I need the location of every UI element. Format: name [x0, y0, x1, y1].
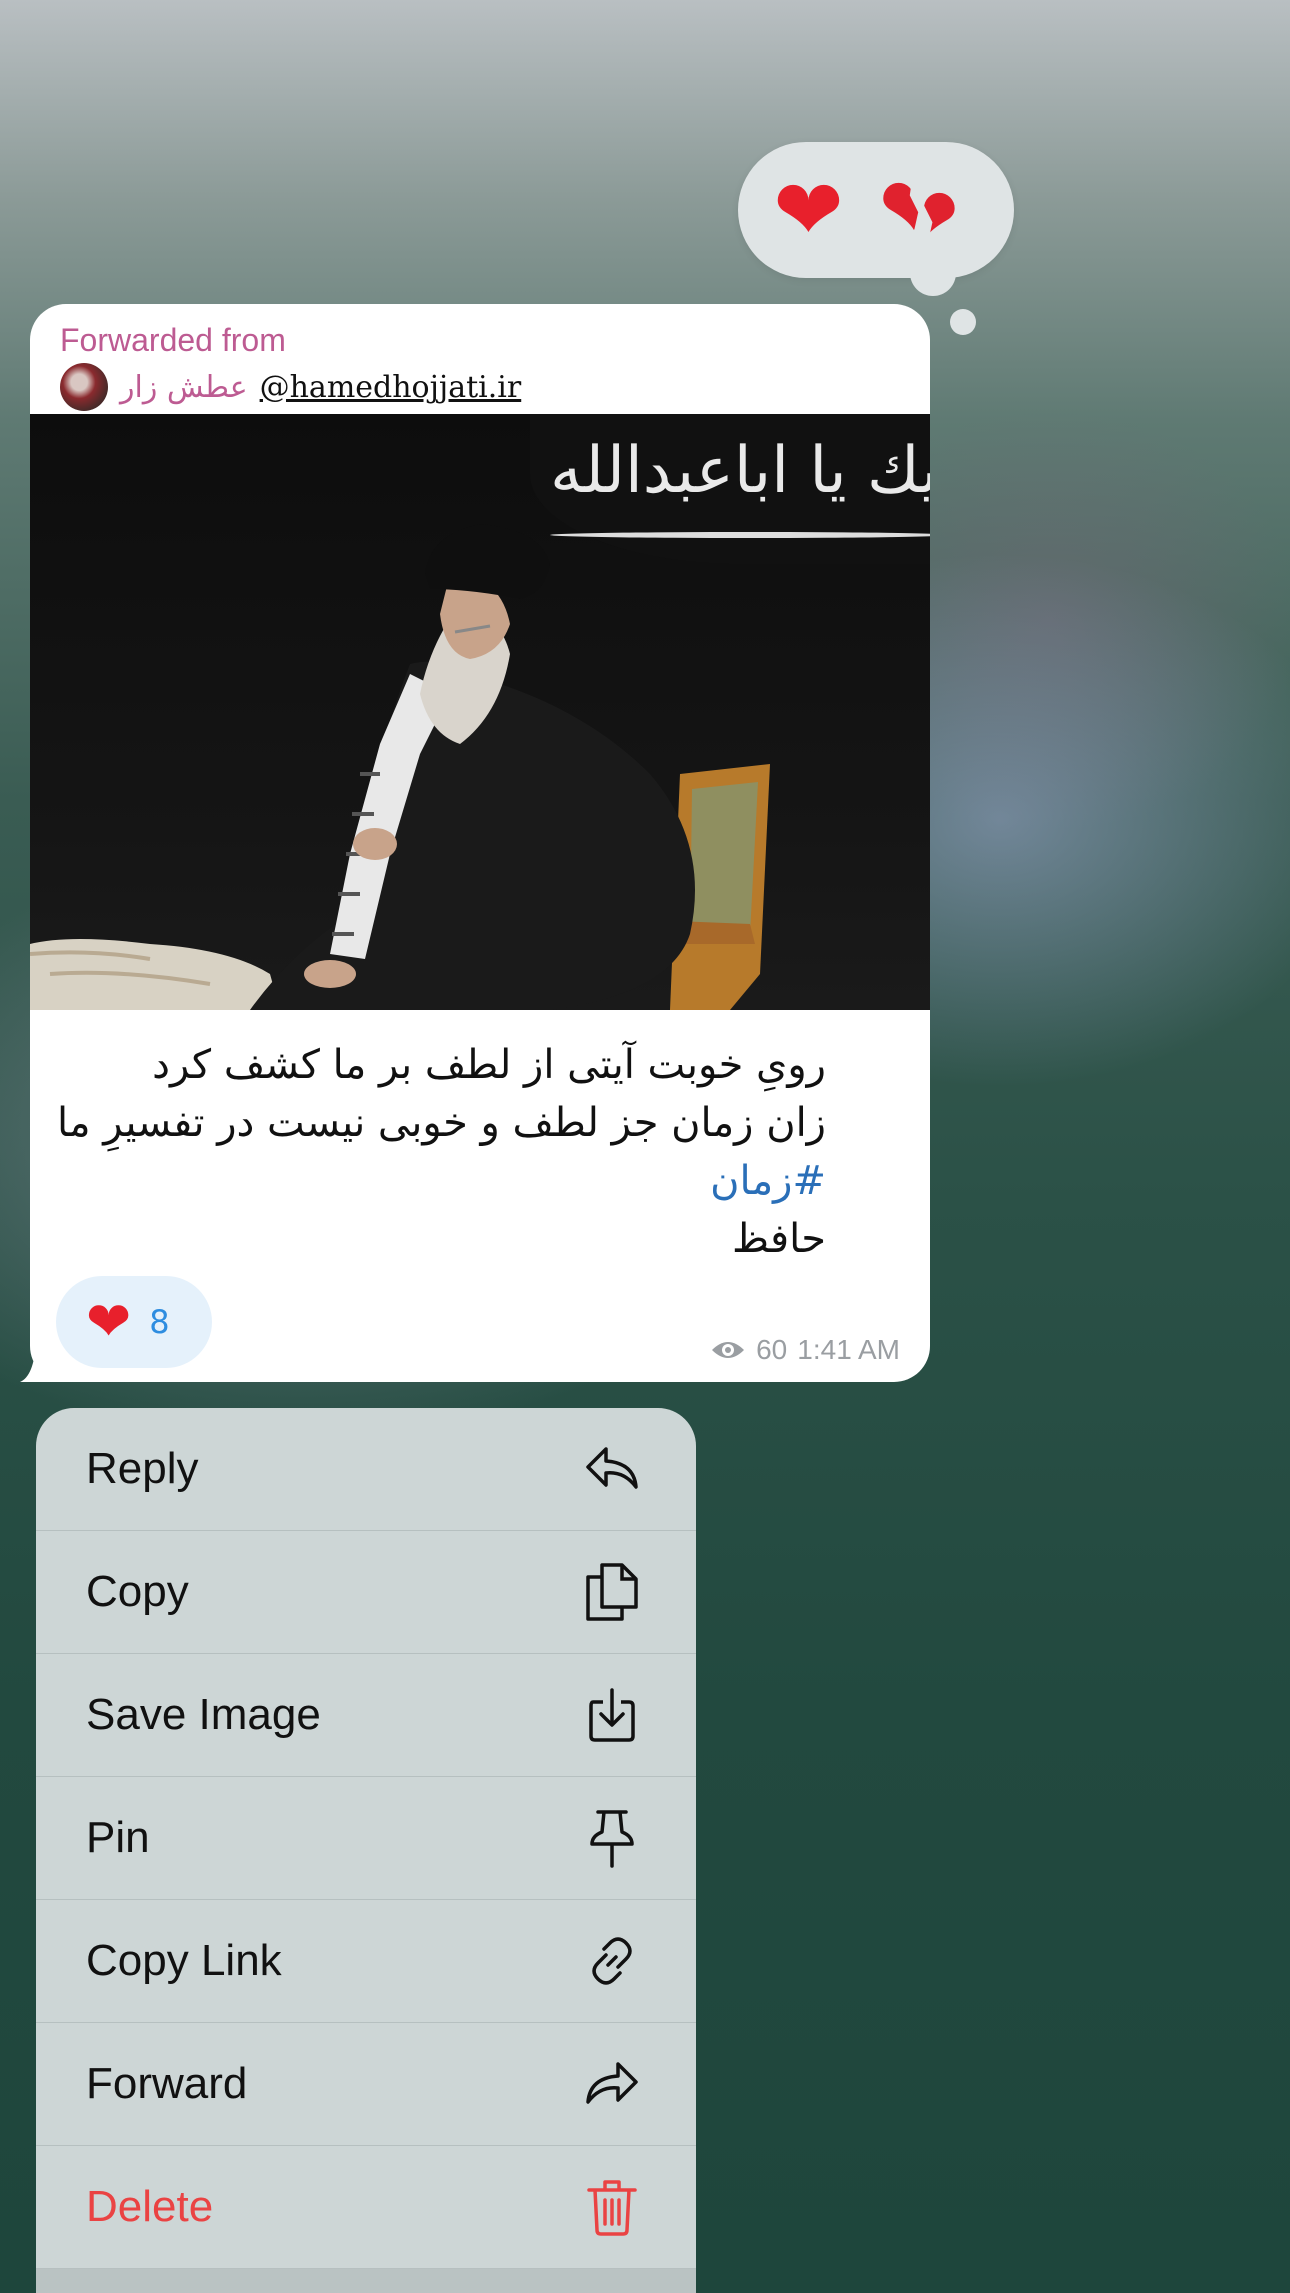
- context-menu-bottom: [36, 2269, 696, 2293]
- forward-icon: [582, 2054, 642, 2114]
- caption-author: حافظ: [731, 1216, 826, 1262]
- red-heart-icon[interactable]: ❤: [773, 168, 843, 252]
- menu-item-forward[interactable]: Forward: [36, 2023, 696, 2146]
- red-heart-icon: ❤: [86, 1290, 132, 1353]
- save-image-icon: [582, 1685, 642, 1745]
- message-caption: رویِ خوبت آیتی از لطف بر ما کشف کرد زان …: [50, 1036, 826, 1268]
- broken-heart-icon[interactable]: ❤ ❤: [879, 160, 979, 260]
- forward-source-name[interactable]: عطش زار: [120, 370, 248, 405]
- message-photo[interactable]: لى الله عليك يا اباعبدالله: [30, 414, 930, 1010]
- caption-hashtag[interactable]: #زمان: [50, 1152, 826, 1210]
- reaction-bubble-tail-dot: [950, 309, 976, 335]
- reply-icon: [582, 1439, 642, 1499]
- reaction-picker: ❤ ❤ ❤: [738, 142, 1014, 278]
- menu-item-save-image[interactable]: Save Image: [36, 1654, 696, 1777]
- menu-item-copy[interactable]: Copy: [36, 1531, 696, 1654]
- message-time: 1:41 AM: [797, 1334, 900, 1365]
- menu-item-copy-link[interactable]: Copy Link: [36, 1900, 696, 2023]
- menu-item-pin[interactable]: Pin: [36, 1777, 696, 1900]
- menu-item-reply[interactable]: Reply: [36, 1408, 696, 1531]
- menu-item-delete[interactable]: Delete: [36, 2146, 696, 2269]
- avatar[interactable]: [60, 363, 108, 411]
- menu-item-label: Copy: [86, 1567, 189, 1616]
- menu-item-label: Delete: [86, 2182, 214, 2231]
- caption-line-1: رویِ خوبت آیتی از لطف بر ما کشف کرد: [152, 1042, 826, 1088]
- caption-line-2: زان زمان جز لطف و خوبی نیست در تفسیرِ ما: [56, 1100, 826, 1146]
- view-count: 60: [756, 1334, 788, 1365]
- pin-icon: [582, 1808, 642, 1868]
- reaction-pill[interactable]: ❤ 8: [56, 1276, 212, 1368]
- copy-icon: [582, 1562, 642, 1622]
- forward-source-handle[interactable]: @hamedhojjati.ir: [260, 370, 522, 405]
- message-bubble[interactable]: Forwarded from عطش زار @hamedhojjati.ir …: [30, 304, 930, 1382]
- eye-icon: [712, 1342, 745, 1358]
- photo-figure: [30, 524, 770, 1010]
- forward-header: Forwarded from عطش زار @hamedhojjati.ir: [60, 322, 521, 411]
- reaction-count: 8: [149, 1303, 170, 1341]
- context-menu: Reply Copy Save Image Pin Copy Link Forw…: [36, 1408, 696, 2293]
- menu-item-label: Save Image: [86, 1690, 321, 1739]
- menu-item-label: Forward: [86, 2059, 248, 2108]
- menu-item-label: Copy Link: [86, 1936, 282, 1985]
- forward-source[interactable]: عطش زار @hamedhojjati.ir: [60, 363, 521, 411]
- reaction-bubble-tail: [910, 250, 956, 296]
- message-meta: 60 1:41 AM: [710, 1334, 900, 1366]
- menu-item-label: Reply: [86, 1444, 199, 1493]
- link-icon: [582, 1931, 642, 1991]
- trash-icon: [582, 2177, 642, 2237]
- menu-item-label: Pin: [86, 1813, 150, 1862]
- forwarded-from-label: Forwarded from: [60, 322, 286, 358]
